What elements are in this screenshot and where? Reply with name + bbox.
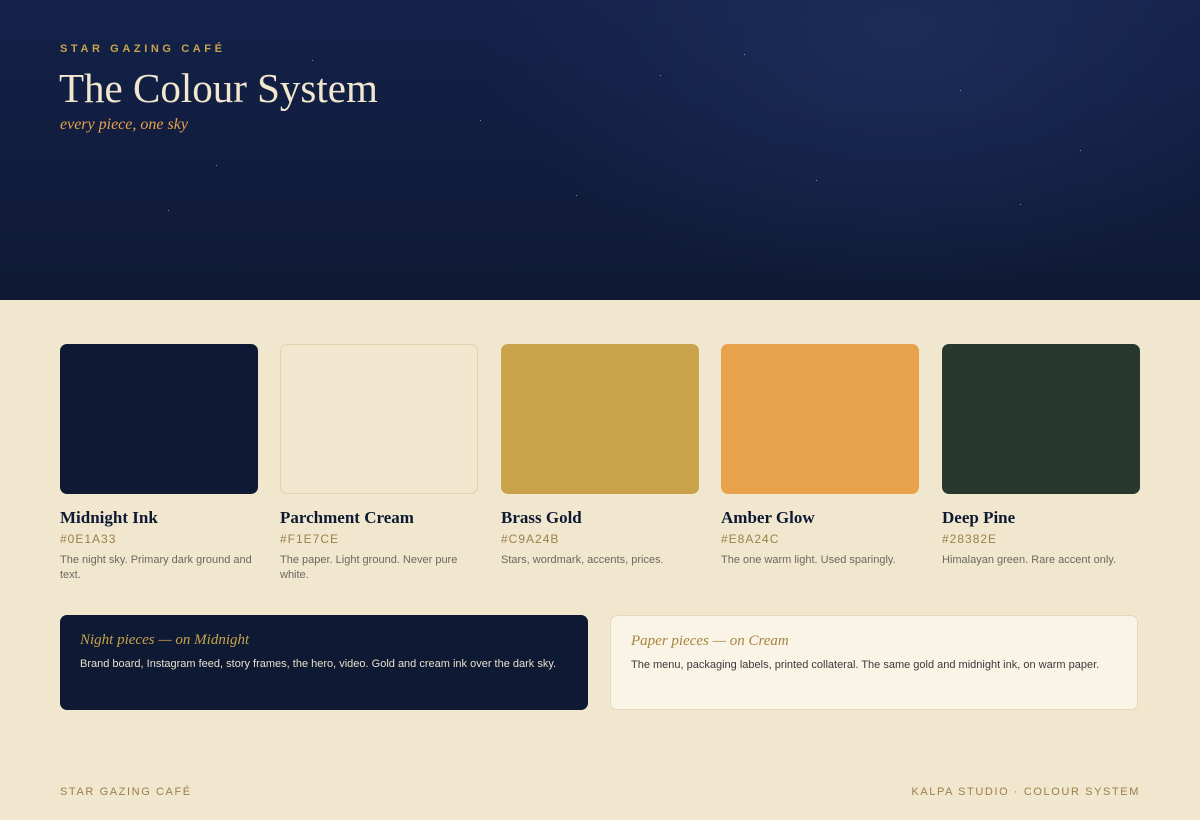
swatch-midnight-ink: Midnight Ink #0E1A33 The night sky. Prim… — [60, 344, 258, 583]
paper-pieces-text: The menu, packaging labels, printed coll… — [631, 659, 1100, 671]
swatch-brass-gold: Brass Gold #C9A24B Stars, wordmark, acce… — [501, 344, 699, 568]
swatch-name: Parchment Cream — [280, 508, 414, 527]
star — [480, 120, 481, 121]
colour-chip — [60, 344, 258, 494]
swatch-name: Amber Glow — [721, 508, 815, 527]
swatch-name: Brass Gold — [501, 508, 582, 527]
star — [744, 54, 745, 55]
paper-pieces-title: Paper pieces — on Cream — [631, 633, 789, 649]
swatch-name: Deep Pine — [942, 508, 1016, 527]
footer-brand: STAR GAZING CAFÉ — [60, 786, 192, 798]
swatch-hex: #C9A24B — [501, 532, 560, 546]
colour-chip — [280, 344, 478, 494]
colour-chip — [942, 344, 1140, 494]
swatch-hex: #0E1A33 — [60, 532, 117, 546]
swatch-hex: #E8A24C — [721, 532, 780, 546]
swatch-description: Stars, wordmark, accents, prices. — [501, 554, 664, 566]
swatch-deep-pine: Deep Pine #28382E Himalayan green. Rare … — [942, 344, 1140, 568]
swatch-description: Himalayan green. Rare accent only. — [942, 554, 1117, 566]
star — [1020, 204, 1021, 205]
star — [660, 75, 661, 76]
footer-credit: KALPA STUDIO · COLOUR SYSTEM — [911, 786, 1140, 798]
star — [216, 165, 217, 166]
night-pieces-panel: Night pieces — on Midnight Brand board, … — [60, 615, 588, 710]
swatch-description: The one warm light. Used sparingly. — [721, 554, 896, 566]
night-pieces-text: Brand board, Instagram feed, story frame… — [80, 658, 557, 670]
star — [312, 60, 313, 61]
swatch-description: The night sky. Primary dark ground and t… — [60, 554, 252, 581]
swatch-hex: #28382E — [942, 532, 998, 546]
swatch-hex: #F1E7CE — [280, 532, 340, 546]
colour-chip — [721, 344, 919, 494]
page-subtitle: every piece, one sky — [60, 116, 188, 133]
swatch-parchment-cream: Parchment Cream #F1E7CE The paper. Light… — [280, 344, 478, 583]
swatch-amber-glow: Amber Glow #E8A24C The one warm light. U… — [721, 344, 919, 568]
night-pieces-title: Night pieces — on Midnight — [80, 632, 250, 648]
brand-eyebrow: STAR GAZING CAFÉ — [60, 43, 226, 55]
star — [1080, 150, 1081, 151]
page-title: The Colour System — [59, 65, 378, 111]
star — [960, 90, 961, 91]
star — [168, 210, 169, 211]
hero-banner: STAR GAZING CAFÉ The Colour System every… — [0, 0, 1200, 300]
star — [576, 195, 577, 196]
star — [816, 180, 817, 181]
colour-chip — [501, 344, 699, 494]
swatch-name: Midnight Ink — [60, 508, 158, 527]
paper-pieces-panel: Paper pieces — on Cream The menu, packag… — [610, 615, 1138, 710]
swatch-description: The paper. Light ground. Never pure whit… — [280, 554, 458, 581]
